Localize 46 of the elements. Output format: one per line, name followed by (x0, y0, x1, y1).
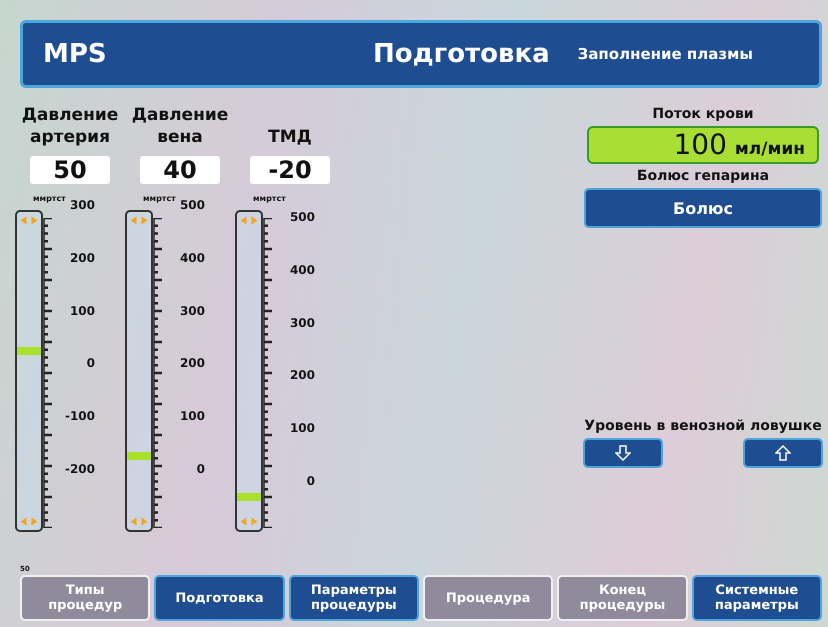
limit-arrows-icon[interactable] (129, 216, 149, 225)
scale-label: 500 (288, 210, 315, 224)
scale-label: 0 (86, 356, 95, 370)
scale-label: 100 (68, 304, 95, 318)
unit-label: ммртст (33, 194, 66, 203)
nav-button[interactable]: Системные параметры (692, 575, 822, 621)
value-display: 40 (140, 156, 220, 184)
scale-label: 0 (306, 474, 315, 488)
scale-label: -100 (64, 409, 95, 424)
screen-title: Подготовка (373, 39, 550, 69)
scale-label: 200 (68, 250, 95, 265)
scale-label: 100 (288, 421, 315, 436)
gauge-label: ТМД (268, 126, 312, 148)
scale-label: -200 (64, 462, 95, 476)
field-label: Болюс гепарина (636, 168, 770, 184)
gauge-label: Давление вена (130, 104, 230, 148)
arrow-down-icon (615, 445, 631, 461)
field-label: Уровень в венозной ловушке (584, 418, 822, 434)
scale-label: 400 (288, 262, 315, 277)
limit-arrows-icon[interactable] (129, 517, 149, 526)
nav-button[interactable]: Параметры процедуры (288, 575, 419, 621)
bolus-button[interactable]: Болюс (584, 188, 822, 228)
screen-subtitle: Заполнение плазмы (578, 45, 753, 63)
scale-label: 200 (178, 356, 205, 370)
unit-label: ммртст (253, 194, 286, 203)
level-up-button[interactable] (743, 438, 823, 468)
limit-arrows-icon[interactable] (239, 517, 259, 526)
limit-arrows-icon[interactable] (19, 517, 39, 526)
nav-button[interactable]: Подготовка (154, 575, 285, 621)
scale-label: 0 (196, 462, 205, 476)
arrow-up-icon (775, 445, 791, 461)
scale-label: 100 (178, 409, 205, 424)
level-down-button[interactable] (583, 438, 663, 468)
scale-label: 200 (288, 368, 315, 382)
gauge-label: Давление артерия (20, 104, 120, 148)
value-display: 50 (30, 156, 110, 184)
scale-label: 300 (178, 304, 205, 318)
limit-arrows-icon[interactable] (239, 216, 259, 225)
unit-label: ммртст (143, 194, 176, 203)
field-label: Поток крови (652, 106, 754, 122)
limit-arrows-icon[interactable] (19, 216, 39, 225)
value-display: -20 (250, 156, 330, 184)
blood-flow-display[interactable]: 100 мл/мин (587, 126, 819, 164)
scale-label: 400 (178, 250, 205, 265)
brand-label: MPS (43, 39, 108, 69)
scale-label: 300 (288, 316, 315, 330)
